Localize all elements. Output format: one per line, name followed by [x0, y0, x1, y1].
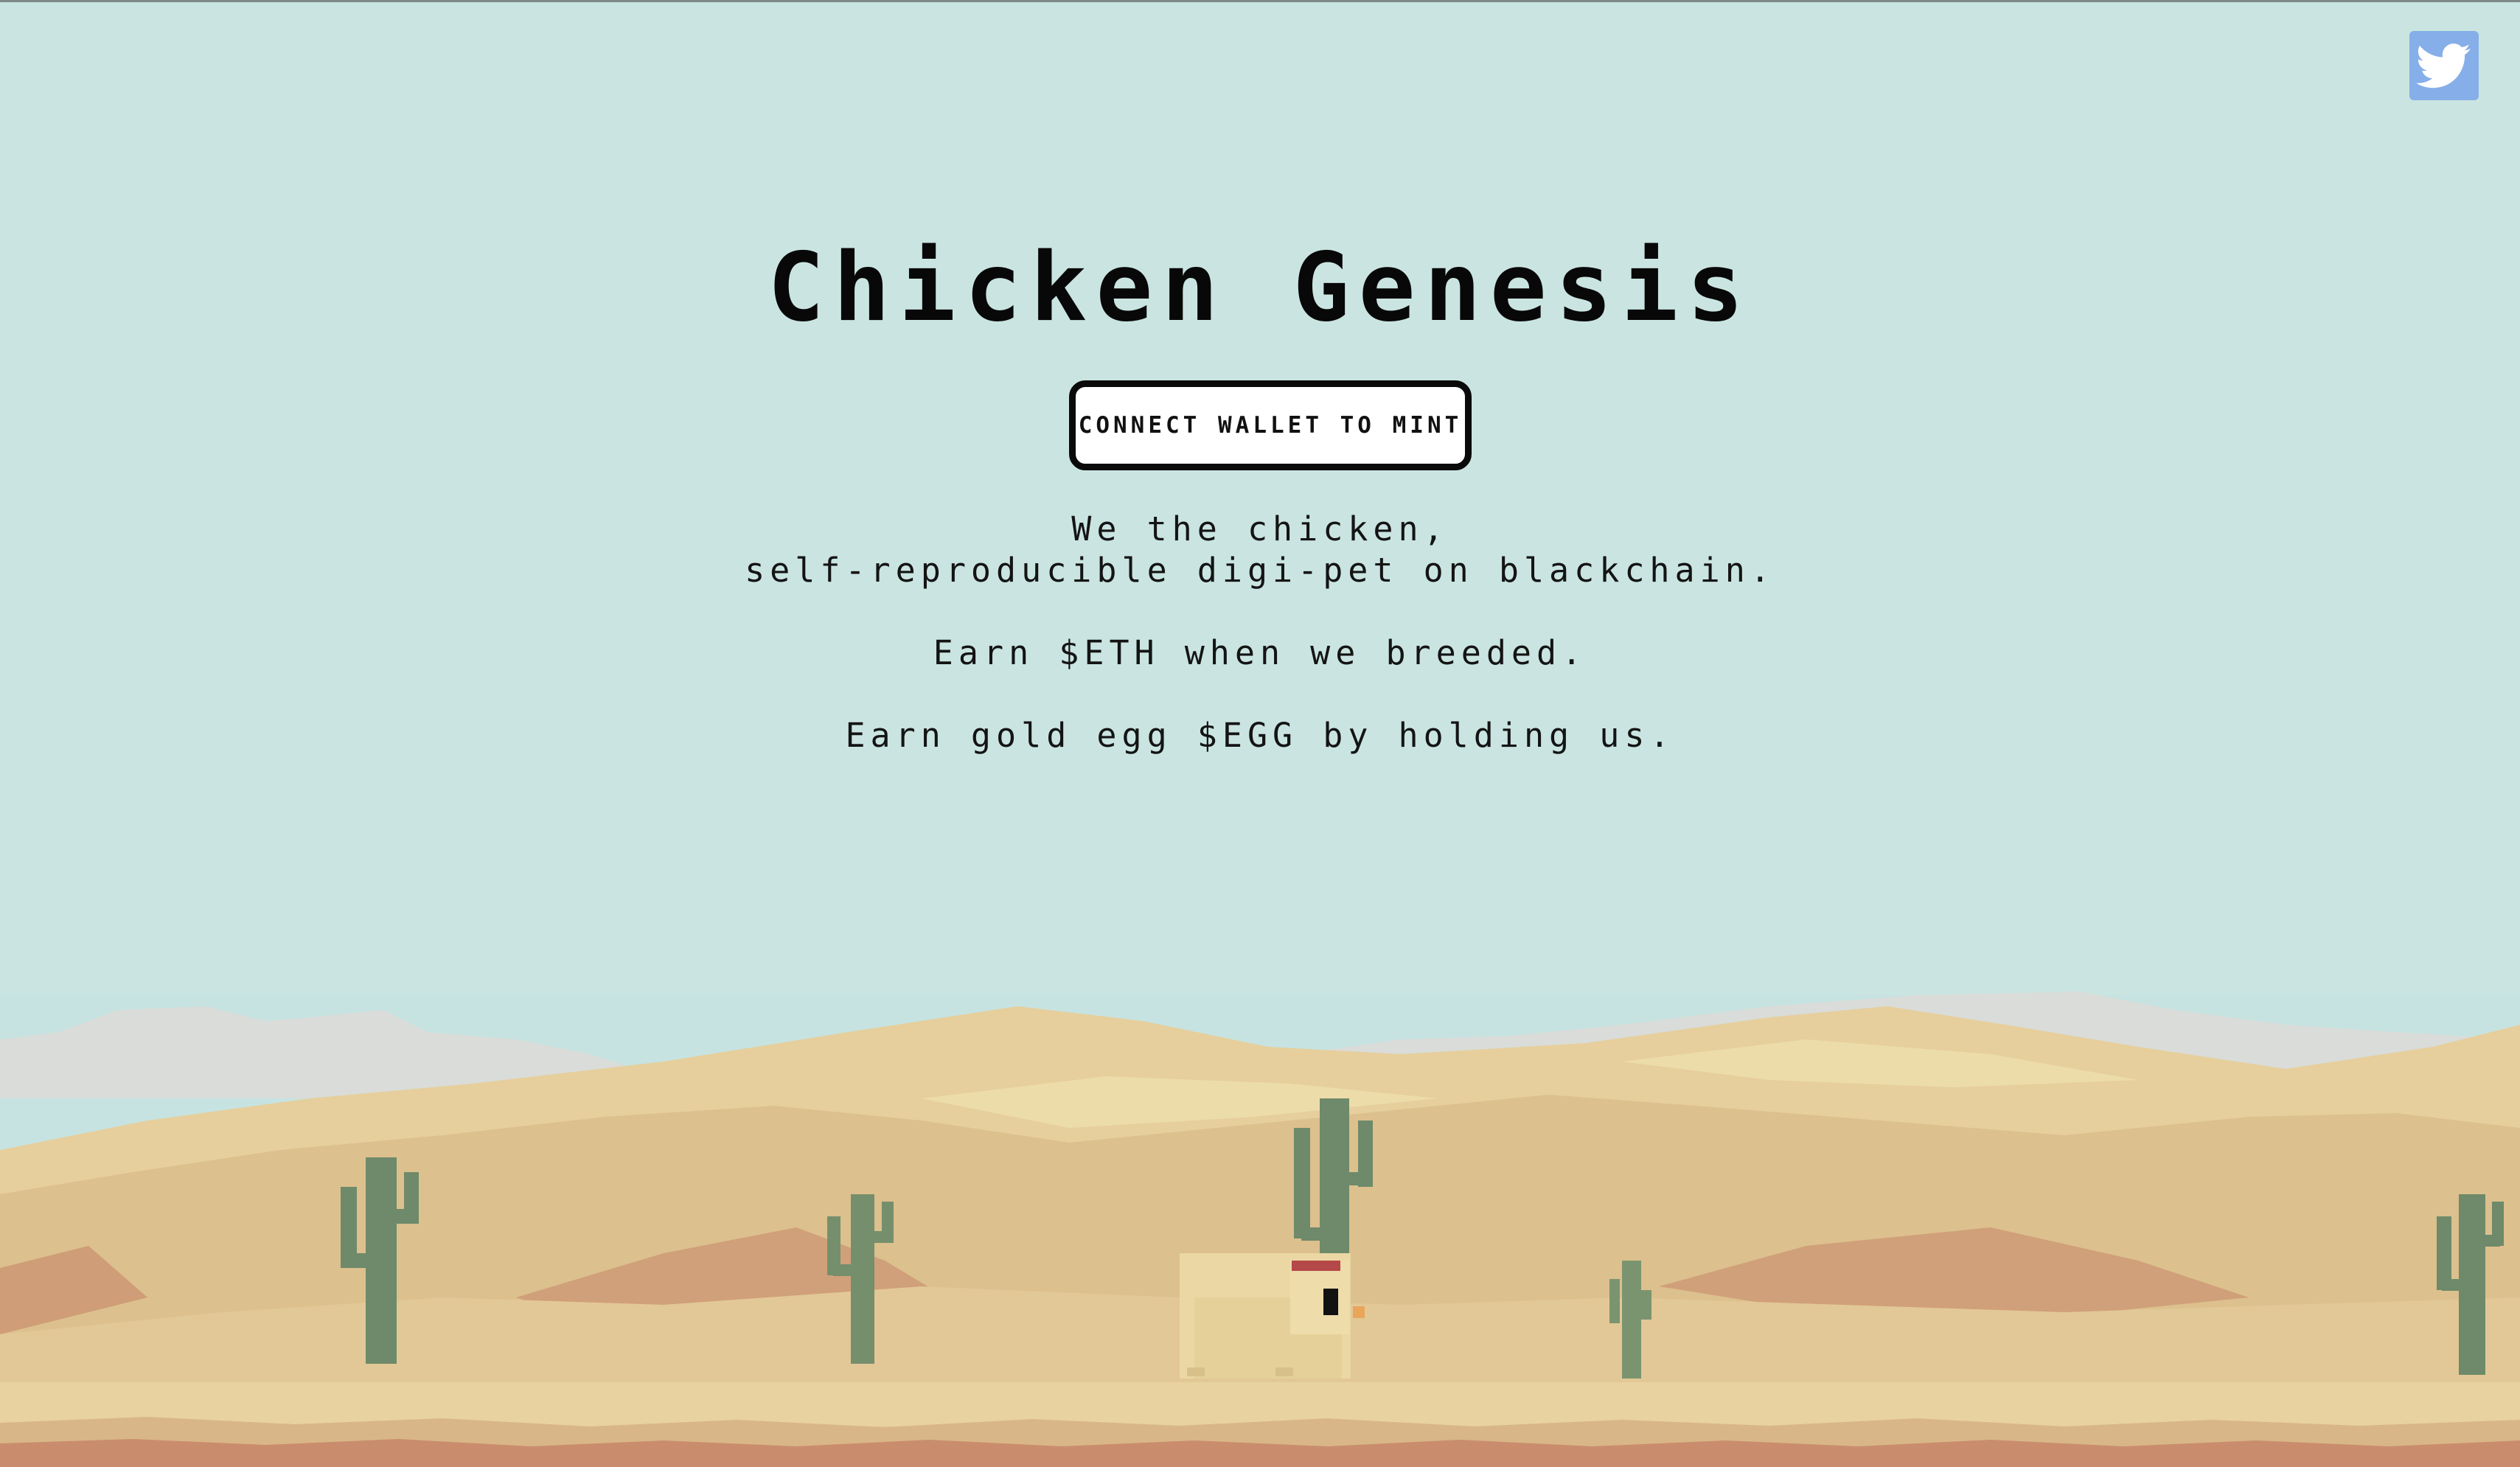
twitter-bird-icon [2417, 43, 2471, 88]
desert-illustration [0, 992, 2520, 1467]
earn-eth-text: Earn $ETH when we breeded. [933, 633, 1587, 672]
page-title: Chicken Genesis [768, 233, 1752, 343]
desert-scene [0, 951, 2520, 1467]
tagline-line-1: We the chicken, [1071, 509, 1449, 548]
ground-light [0, 1382, 2520, 1426]
tagline-line-2: self-reproducible digi-pet on blackchain… [745, 551, 1775, 590]
intro-copy: We the chicken, self-reproducible digi-p… [0, 509, 2520, 756]
top-border [0, 0, 2520, 2]
earn-egg-text: Earn gold egg $EGG by holding us. [845, 716, 1675, 755]
connect-wallet-button[interactable]: CONNECT WALLET TO MINT [1069, 380, 1472, 470]
twitter-link[interactable] [2409, 31, 2479, 100]
chicken-sprite [1180, 1253, 1365, 1379]
